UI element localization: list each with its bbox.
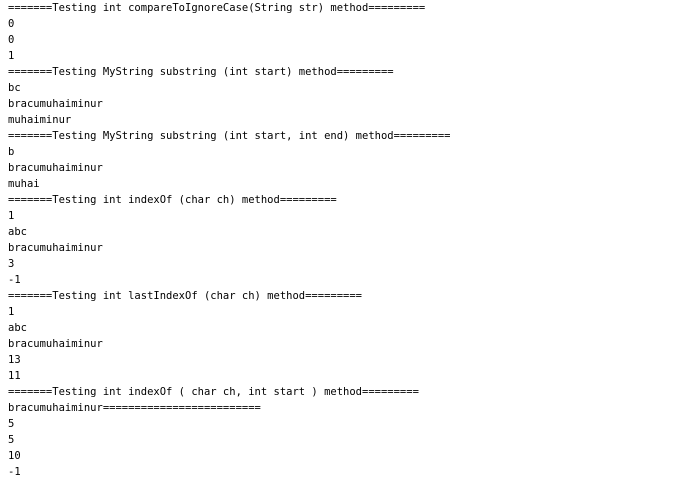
output-line: 5 — [8, 434, 15, 446]
output-line: -1 — [8, 274, 21, 286]
output-line: =======Testing int indexOf ( char ch, in… — [8, 386, 419, 398]
output-line: 5 — [8, 418, 15, 430]
output-line: bracumuhaiminur — [8, 98, 103, 110]
output-line: 11 — [8, 370, 21, 382]
output-line: 3 — [8, 258, 15, 270]
output-line: 1 — [8, 50, 15, 62]
output-line: =======Testing MyString substring (int s… — [8, 130, 451, 142]
output-lines: =======Testing int compareToIgnoreCase(S… — [8, 0, 451, 480]
console-output: =======Testing int compareToIgnoreCase(S… — [0, 0, 690, 485]
output-line: bracumuhaiminur — [8, 162, 103, 174]
output-line: 0 — [8, 18, 15, 30]
output-line: bracumuhaiminur========================= — [8, 402, 261, 414]
output-line: =======Testing MyString substring (int s… — [8, 66, 394, 78]
output-line: 0 — [8, 34, 15, 46]
output-line: 1 — [8, 306, 15, 318]
output-line: 13 — [8, 354, 21, 366]
output-line: muhaiminur — [8, 114, 72, 126]
output-line: =======Testing int indexOf (char ch) met… — [8, 194, 337, 206]
output-line: =======Testing int compareToIgnoreCase(S… — [8, 2, 426, 14]
output-line: b — [8, 146, 15, 158]
output-line: abc — [8, 322, 27, 334]
output-line: muhai — [8, 178, 40, 190]
output-line: bracumuhaiminur — [8, 338, 103, 350]
output-line: bracumuhaiminur — [8, 242, 103, 254]
output-line: abc — [8, 226, 27, 238]
output-line: bc — [8, 82, 21, 94]
output-line: -1 — [8, 466, 21, 478]
output-line: 10 — [8, 450, 21, 462]
output-line: 1 — [8, 210, 15, 222]
output-line: =======Testing int lastIndexOf (char ch)… — [8, 290, 363, 302]
